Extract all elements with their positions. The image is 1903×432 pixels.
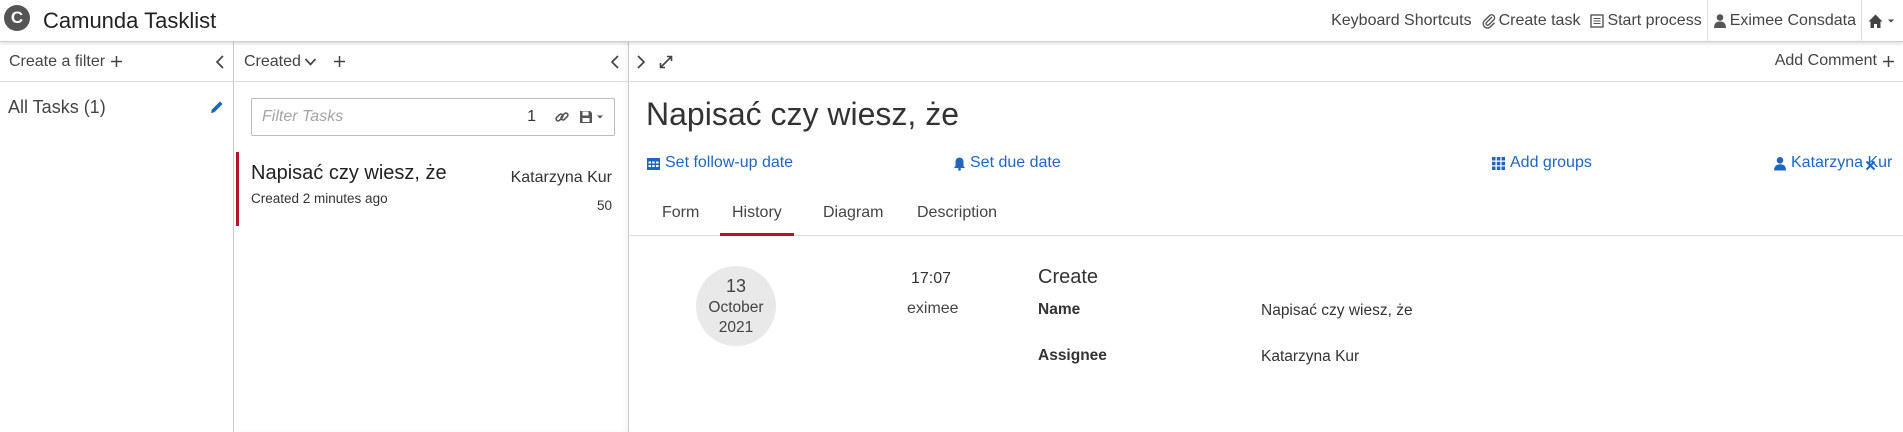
top-nav: Keyboard Shortcuts Create task Start pro… (1326, 0, 1903, 42)
remove-assignee-close-icon[interactable] (1865, 160, 1876, 171)
sort-dropdown[interactable]: Created (244, 53, 317, 71)
add-groups-button[interactable]: Add groups (1491, 154, 1592, 172)
history-time: 17:07 (911, 270, 952, 287)
tab-form[interactable]: Form (662, 204, 699, 236)
history-field-label: Name (1038, 301, 1081, 318)
history-operation: Create (1038, 266, 1099, 288)
keyboard-shortcuts-link[interactable]: Keyboard Shortcuts (1326, 0, 1477, 42)
filter-item-all-tasks[interactable]: All Tasks (1) (0, 82, 233, 132)
list-alt-icon (1590, 14, 1605, 28)
history-date-month: October (708, 299, 764, 316)
task-count: 1 (527, 108, 536, 125)
caret-down-icon (1888, 19, 1894, 23)
filter-tasks-input[interactable] (262, 108, 528, 126)
task-actions: Set follow-up date Set due date Add grou… (646, 154, 1897, 178)
filter-item-label: All Tasks (1) (8, 96, 106, 117)
task-search-box: 1 (251, 98, 615, 136)
filters-toolbar: Create a filter (0, 42, 233, 82)
tab-description[interactable]: Description (917, 204, 997, 236)
task-detail-panel: Add Comment Napisać czy wiesz, że Set fo… (630, 42, 1903, 432)
task-list-item[interactable]: Napisać czy wiesz, że Katarzyna Kur Crea… (236, 152, 628, 226)
add-sort-plus-icon[interactable] (333, 55, 346, 68)
history-field-value: Katarzyna Kur (1261, 348, 1360, 365)
task-title: Napisać czy wiesz, że (646, 96, 959, 132)
user-account-menu[interactable]: Eximee Consdata (1708, 0, 1861, 42)
add-comment-button[interactable]: Add Comment (1775, 52, 1895, 70)
task-list-panel: Created 1 Napisać czy wiesz, że Katarzyn… (235, 42, 629, 432)
filters-panel: Create a filter All Tasks (1) (0, 42, 234, 432)
task-priority: 50 (596, 198, 612, 213)
collapse-left-icon[interactable] (215, 54, 225, 70)
history-date-bubble: 13 October 2021 (696, 266, 776, 346)
user-icon (1713, 14, 1726, 28)
start-process-link[interactable]: Start process (1585, 0, 1706, 42)
add-groups-label: Add groups (1510, 154, 1592, 171)
task-detail-tabs: Form History Diagram Description (630, 194, 1903, 236)
caret-down-icon (597, 115, 603, 119)
tab-diagram[interactable]: Diagram (823, 204, 883, 236)
add-comment-label: Add Comment (1774, 52, 1877, 69)
collapse-left-icon[interactable] (610, 54, 620, 70)
user-name: Eximee Consdata (1729, 12, 1856, 29)
create-filter-label: Create a filter (9, 52, 106, 70)
home-icon (1868, 14, 1883, 28)
pencil-icon[interactable] (209, 99, 225, 115)
set-due-date-button[interactable]: Set due date (953, 154, 1061, 172)
app-title[interactable]: Camunda Tasklist (43, 8, 216, 34)
paperclip-icon (1482, 14, 1495, 29)
history-user: eximee (907, 300, 959, 317)
set-due-date-label: Set due date (970, 154, 1061, 171)
task-detail-toolbar: Add Comment (630, 42, 1903, 82)
camunda-logo[interactable]: C (4, 5, 30, 31)
tab-history[interactable]: History (720, 204, 794, 236)
link-icon[interactable] (554, 109, 570, 125)
maximize-icon[interactable] (658, 54, 674, 70)
start-process-label: Start process (1607, 12, 1702, 29)
task-list-toolbar: Created (235, 42, 628, 82)
chevron-down-icon (304, 57, 317, 66)
save-search-dropdown[interactable] (578, 109, 604, 125)
create-task-label: Create task (1498, 12, 1581, 29)
task-assignee: Katarzyna Kur (510, 169, 612, 186)
history-field-value: Napisać czy wiesz, że (1261, 302, 1413, 319)
create-filter-button[interactable]: Create a filter (9, 53, 123, 71)
floppy-disk-icon (580, 111, 592, 123)
bell-icon (954, 157, 965, 171)
task-created: Created 2 minutes ago (251, 191, 388, 206)
keyboard-shortcuts-label: Keyboard Shortcuts (1331, 12, 1472, 29)
calendar-icon (647, 157, 660, 170)
assignee-label: Katarzyna Kur (1791, 154, 1893, 171)
history-date-day: 13 (725, 276, 747, 296)
plus-icon (111, 56, 123, 67)
home-menu[interactable] (1862, 0, 1903, 42)
plus-icon (1883, 55, 1894, 67)
set-follow-up-date-button[interactable]: Set follow-up date (646, 154, 793, 172)
create-task-link[interactable]: Create task (1477, 0, 1586, 42)
set-follow-up-date-label: Set follow-up date (665, 154, 794, 171)
history-date-year: 2021 (718, 319, 754, 336)
history-field-label: Assignee (1038, 347, 1107, 364)
top-header: C Camunda Tasklist Keyboard Shortcuts Cr… (0, 0, 1903, 42)
grid-icon (1492, 156, 1505, 170)
expand-right-icon[interactable] (636, 54, 646, 70)
user-icon (1774, 156, 1786, 170)
sort-label: Created (244, 52, 301, 70)
